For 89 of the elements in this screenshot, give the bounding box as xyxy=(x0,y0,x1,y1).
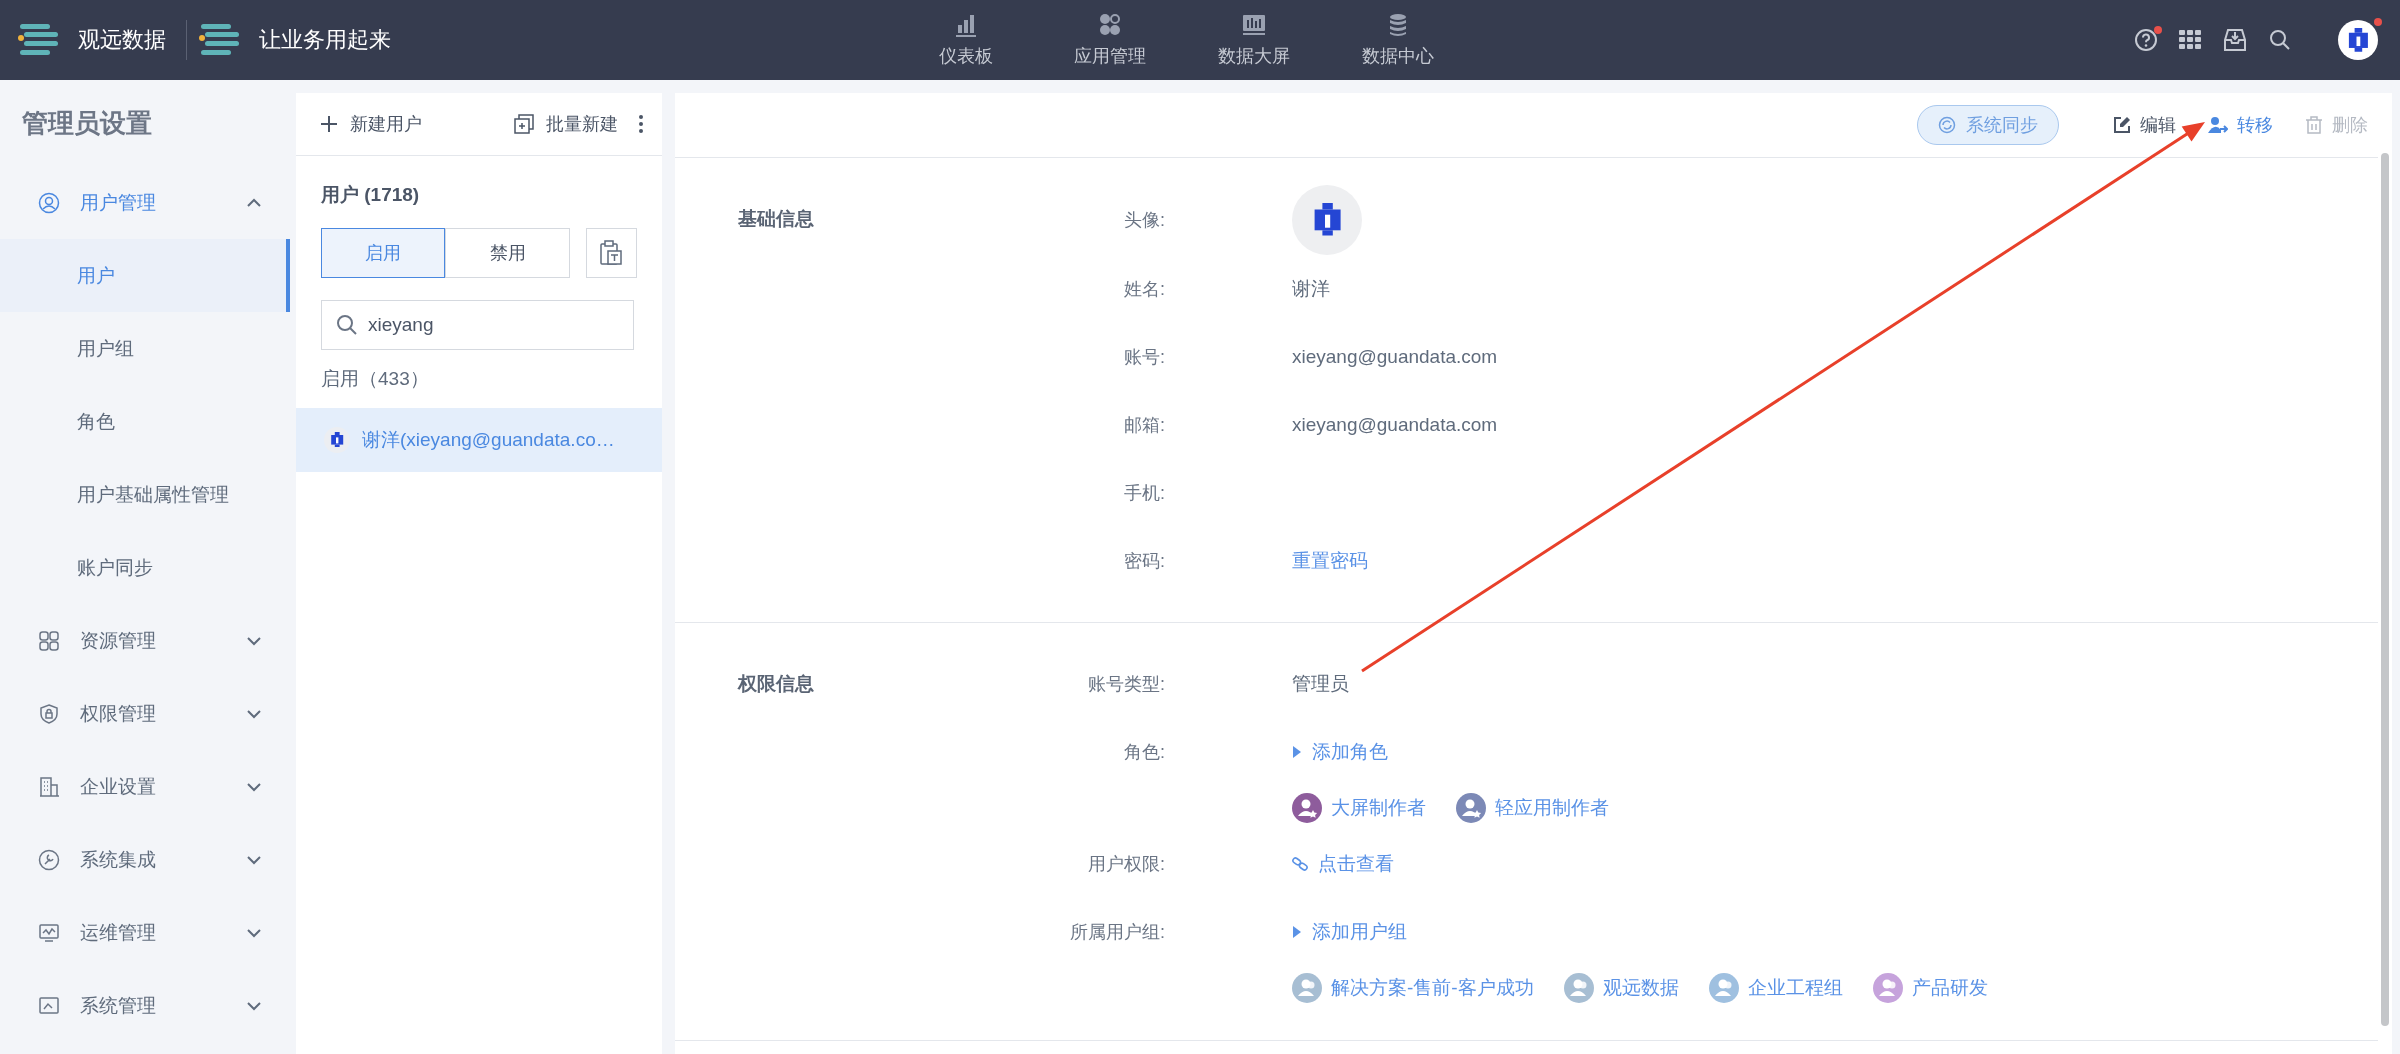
user-list-item[interactable]: 谢洋(xieyang@guandata.co… xyxy=(296,408,662,472)
reset-password-link[interactable]: 重置密码 xyxy=(1292,548,1368,574)
dashboard-icon xyxy=(953,12,979,38)
slogan: 让业务用起来 xyxy=(259,26,391,54)
group-tag[interactable]: 企业工程组 xyxy=(1708,973,1843,1003)
field-label: 手机: xyxy=(1123,482,1165,505)
field-label: 用户权限: xyxy=(1087,853,1165,876)
sidebar-item[interactable]: 权限管理 xyxy=(0,677,290,750)
role-tag[interactable]: 大屏制作者 xyxy=(1292,793,1426,823)
action-button[interactable]: 转移 xyxy=(2208,113,2273,137)
sidebar-subitem[interactable]: 账户同步 xyxy=(0,531,290,604)
sidebar-item[interactable]: 企业设置 xyxy=(0,750,290,823)
trash-icon xyxy=(2305,116,2323,134)
triangle-icon xyxy=(1292,926,1302,938)
sidebar-subitem[interactable]: 角色 xyxy=(0,385,290,458)
field-label: 头像: xyxy=(1123,209,1165,232)
field-label: 姓名: xyxy=(1123,278,1165,301)
field-label: 邮箱: xyxy=(1123,414,1165,437)
user-icon xyxy=(38,191,60,214)
action-button[interactable]: 编辑 xyxy=(2113,113,2176,137)
resource-icon xyxy=(38,629,60,652)
apps-grid-icon[interactable] xyxy=(2178,28,2202,52)
search-icon xyxy=(336,314,358,336)
avatar-icon xyxy=(324,427,350,453)
field-label: 账号类型: xyxy=(1087,673,1165,696)
clipboard-icon xyxy=(599,240,624,266)
sidebar-title: 管理员设置 xyxy=(21,107,153,140)
search-field[interactable]: xieyang xyxy=(321,300,634,350)
user-count-title: 用户 (1718) xyxy=(321,183,421,207)
role-tag[interactable]: 轻应用制作者 xyxy=(1456,793,1609,823)
toolbar-button[interactable]: 新建用户 xyxy=(320,112,422,136)
field-value: xieyang@guandata.com xyxy=(1292,346,1498,368)
copy-icon xyxy=(514,114,534,134)
sidebar-subitem[interactable]: 用户 xyxy=(0,239,290,312)
building-icon xyxy=(38,775,60,798)
system-icon xyxy=(38,994,60,1017)
field-label: 密码: xyxy=(1123,550,1165,573)
section-title: 基础信息 xyxy=(737,207,815,231)
sidebar-item[interactable]: 资源管理 xyxy=(0,604,290,677)
sidebar-subitem[interactable]: 用户组 xyxy=(0,312,290,385)
logo-icon xyxy=(18,22,60,58)
link-icon xyxy=(1292,856,1308,872)
plus-icon xyxy=(320,115,338,133)
sidebar-item[interactable]: 系统集成 xyxy=(0,823,290,896)
nav-item[interactable]: 应用管理 xyxy=(1038,12,1182,68)
group-tag[interactable]: 观远数据 xyxy=(1563,973,1679,1003)
edit-icon xyxy=(2113,116,2131,134)
integration-icon xyxy=(38,848,60,871)
field-value: 谢洋 xyxy=(1292,277,1330,301)
help-icon[interactable] xyxy=(2134,28,2158,52)
field-label: 所属用户组: xyxy=(1069,921,1165,944)
group-label: 启用（433） xyxy=(321,367,430,391)
filter-tab[interactable]: 启用 xyxy=(321,228,446,278)
nav-item[interactable]: 数据大屏 xyxy=(1182,12,1326,68)
scrollbar-thumb[interactable] xyxy=(2381,153,2389,1026)
more-icon[interactable] xyxy=(638,114,644,134)
logo-icon xyxy=(199,22,241,58)
nav-item[interactable]: 数据中心 xyxy=(1326,12,1470,68)
field-label: 账号: xyxy=(1123,346,1165,369)
field-value: 管理员 xyxy=(1292,672,1349,696)
brand-name: 观远数据 xyxy=(78,26,166,54)
search-icon[interactable] xyxy=(2268,28,2292,52)
sidebar-item[interactable]: 系统管理 xyxy=(0,969,290,1042)
group-tag[interactable]: 产品研发 xyxy=(1872,973,1988,1003)
sidebar-subitem[interactable]: 用户基础属性管理 xyxy=(0,458,290,531)
shield-icon xyxy=(38,702,60,725)
filter-tab[interactable]: 禁用 xyxy=(445,228,570,278)
view-link[interactable]: 点击查看 xyxy=(1292,851,1394,877)
sidebar-item[interactable]: 运维管理 xyxy=(0,896,290,969)
section-title: 权限信息 xyxy=(736,672,815,696)
sidebar-item[interactable]: 用户管理 xyxy=(0,166,290,239)
monitor-icon xyxy=(38,921,60,944)
add-link[interactable]: 添加用户组 xyxy=(1292,919,1407,945)
avatar-icon[interactable] xyxy=(2338,20,2378,60)
triangle-icon xyxy=(1292,746,1302,758)
export-button[interactable] xyxy=(585,228,637,278)
user-transfer-icon xyxy=(2208,116,2228,134)
avatar-icon xyxy=(1292,185,1362,255)
search-input[interactable]: xieyang xyxy=(368,314,608,336)
screen-icon xyxy=(1241,12,1267,38)
field-value: xieyang@guandata.com xyxy=(1292,414,1498,436)
apps-icon xyxy=(1097,12,1123,38)
sync-icon xyxy=(1938,116,1956,134)
add-link[interactable]: 添加角色 xyxy=(1292,739,1388,765)
toolbar-button[interactable]: 批量新建 xyxy=(514,112,618,136)
nav-item[interactable]: 仪表板 xyxy=(894,12,1038,68)
inbox-icon[interactable] xyxy=(2222,27,2248,53)
group-tag[interactable]: 解决方案-售前-客户成功 xyxy=(1292,973,1534,1003)
field-label: 角色: xyxy=(1123,741,1165,764)
